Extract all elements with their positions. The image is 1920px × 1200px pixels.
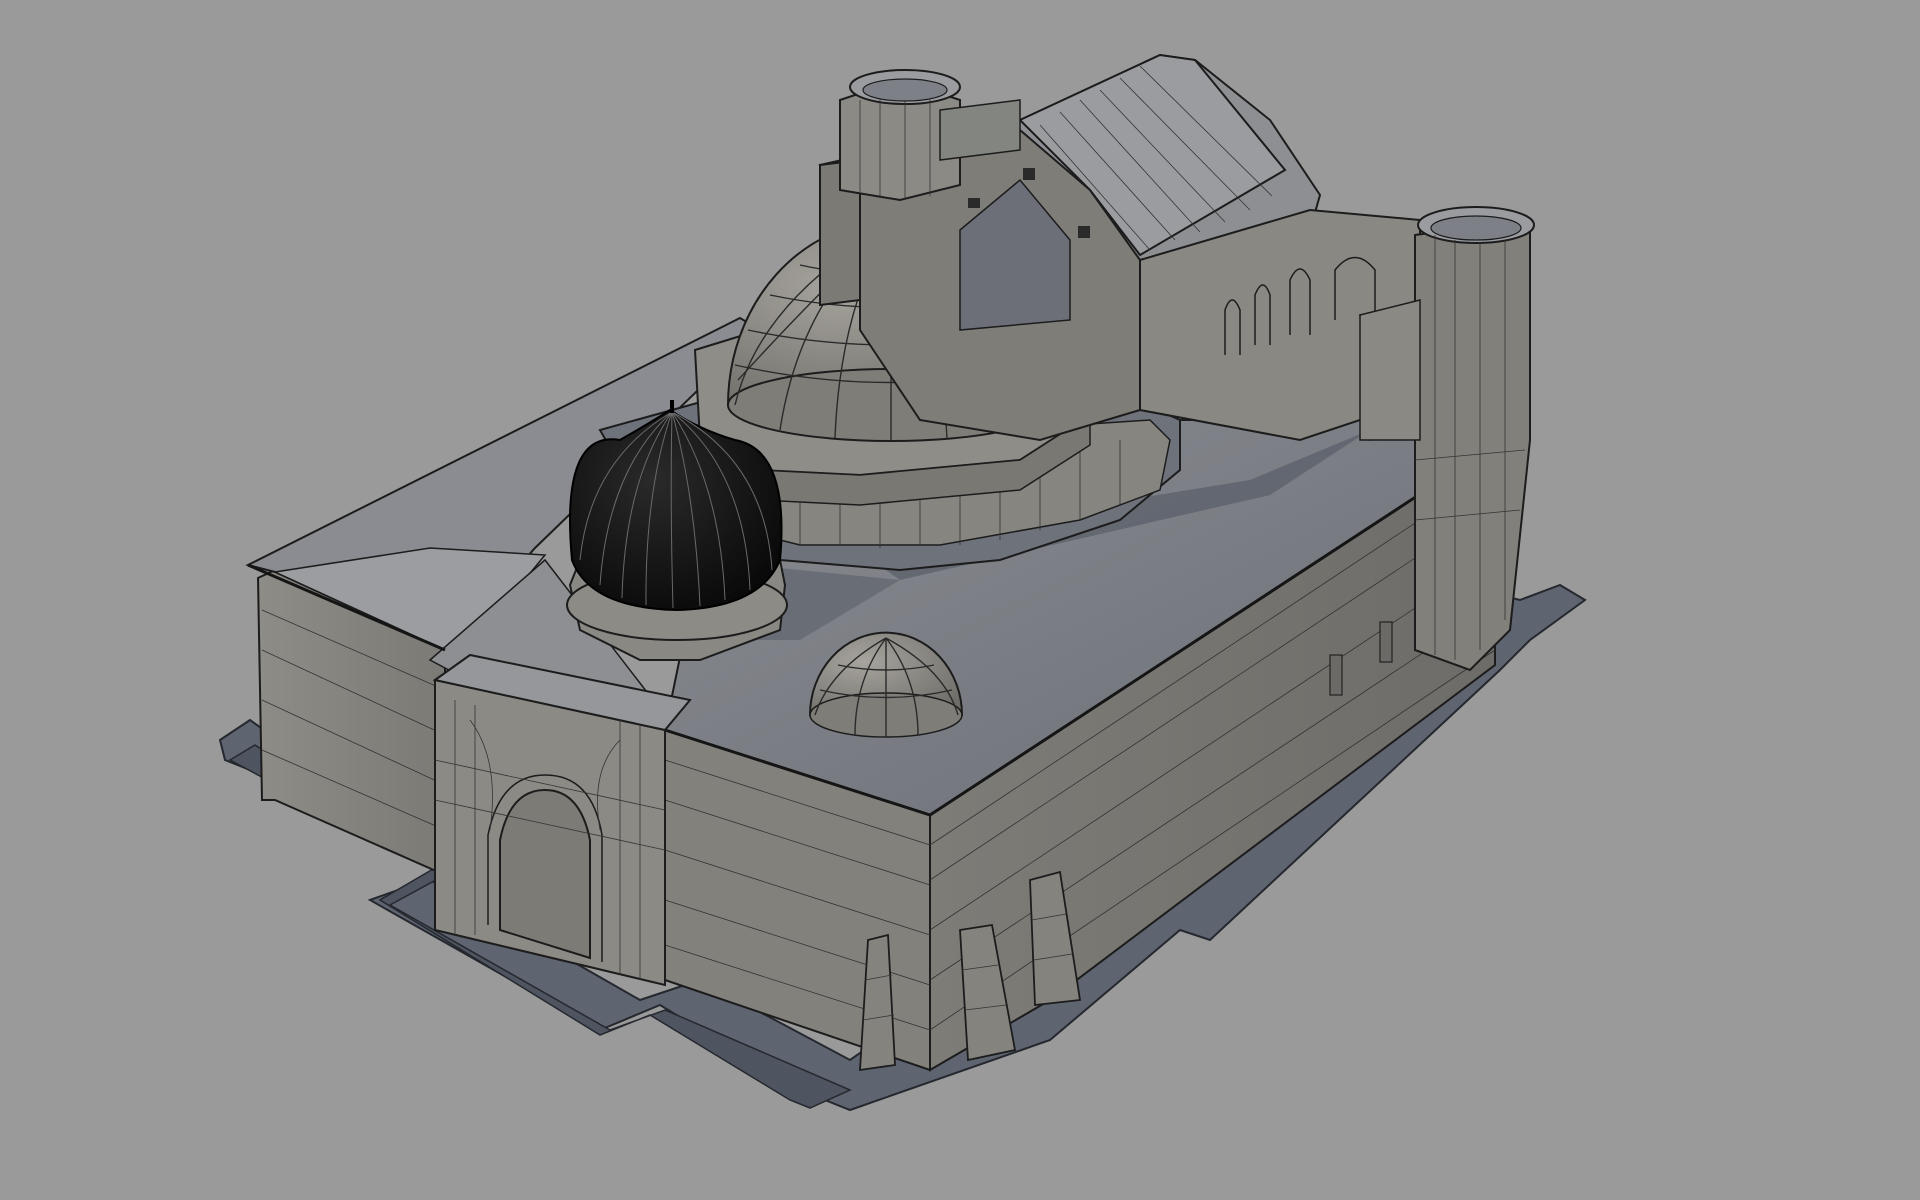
3d-viewport[interactable] xyxy=(0,0,1920,1200)
model-canvas[interactable] xyxy=(0,0,1920,1200)
entrance-portal-icon xyxy=(432,653,692,987)
